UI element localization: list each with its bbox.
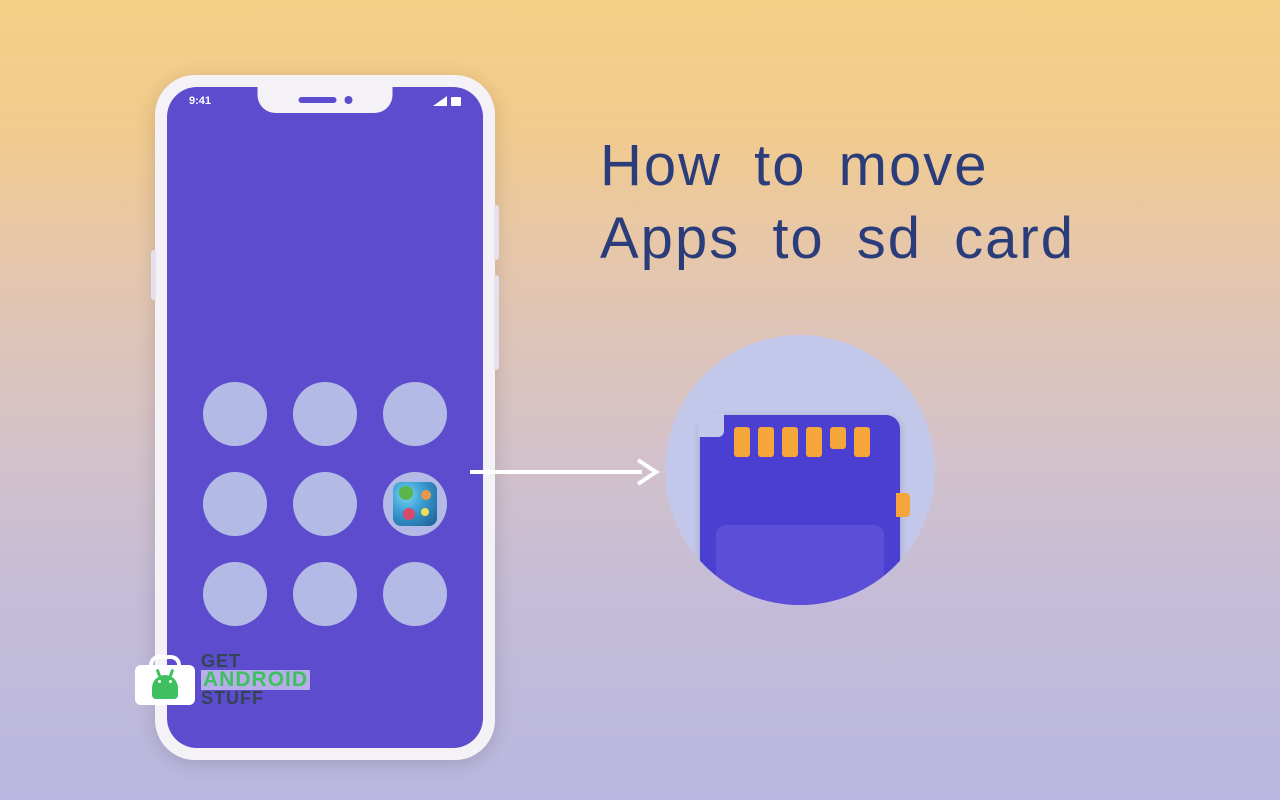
watermark-text: GET ANDROID STUFF <box>201 653 310 707</box>
signal-icon <box>433 96 447 106</box>
title-line-2: Apps to sd card <box>600 203 1075 276</box>
phone-side-button-right-1 <box>494 205 499 260</box>
watermark-line-3: STUFF <box>201 690 310 707</box>
app-placeholder <box>293 562 357 626</box>
game-app-icon <box>393 482 437 526</box>
app-placeholder <box>293 382 357 446</box>
app-placeholder <box>203 382 267 446</box>
phone-side-button-right-2 <box>494 275 499 370</box>
phone-screen: 9:41 <box>167 87 483 748</box>
phone-side-button-left <box>151 250 156 300</box>
app-grid <box>203 382 447 626</box>
sd-card-circle <box>665 335 935 605</box>
watermark-logo: GET ANDROID STUFF <box>135 653 310 707</box>
title-line-1: How to move <box>600 130 1075 203</box>
status-bar: 9:41 <box>167 95 483 107</box>
app-placeholder <box>203 472 267 536</box>
app-placeholder-with-game <box>383 472 447 536</box>
battery-icon <box>451 96 461 106</box>
app-placeholder <box>293 472 357 536</box>
sd-card-icon <box>700 415 900 605</box>
shopping-bag-icon <box>135 655 195 705</box>
app-placeholder <box>383 562 447 626</box>
watermark-line-2: ANDROID <box>201 670 310 690</box>
page-title: How to move Apps to sd card <box>600 130 1075 275</box>
android-icon <box>152 675 178 699</box>
arrow-icon <box>470 457 660 487</box>
sd-contacts-icon <box>734 427 870 457</box>
status-time: 9:41 <box>189 95 211 107</box>
app-placeholder <box>383 382 447 446</box>
app-placeholder <box>203 562 267 626</box>
